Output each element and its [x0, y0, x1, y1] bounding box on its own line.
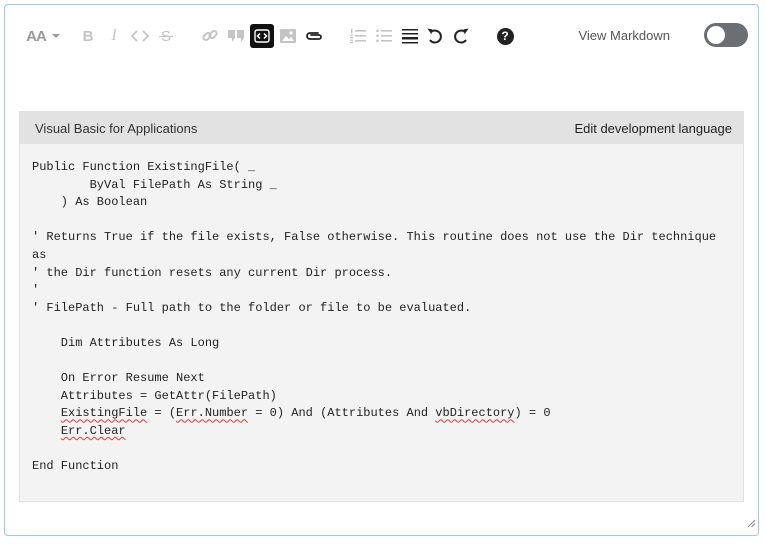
resize-handle-icon[interactable]: [747, 515, 756, 533]
italic-icon-label: I: [111, 27, 117, 44]
code-token: Dim Attributes As Long: [32, 335, 220, 350]
strikethrough-icon[interactable]: S: [155, 25, 177, 47]
code-token: Public Function ExistingFile( _: [32, 160, 256, 174]
heading-icon[interactable]: AA: [25, 25, 47, 47]
code-line: ExistingFile = (Err.Number = 0) And (Att…: [32, 405, 732, 423]
code-token: ' the Dir function resets any current Di…: [32, 265, 393, 280]
heading-icon-label: AA: [26, 27, 47, 45]
code-token: Attributes = GetAttr(FilePath): [32, 388, 277, 403]
italic-icon[interactable]: I: [103, 25, 125, 47]
strike-bar: [158, 35, 173, 37]
heading-dropdown-icon[interactable]: [49, 25, 63, 47]
code-block-icon[interactable]: [250, 24, 274, 48]
code-line: On Error Resume Next: [32, 370, 732, 388]
code-language-label: Visual Basic for Applications: [35, 121, 198, 136]
code-token: ) As Boolean: [32, 195, 148, 210]
edit-language-button[interactable]: Edit development language: [574, 121, 732, 136]
code-token: End Function: [32, 459, 119, 474]
code-line: ByVal FilePath As String _: [32, 177, 732, 195]
code-block[interactable]: Visual Basic for Applications Edit devel…: [19, 111, 744, 502]
code-line: ': [32, 282, 732, 300]
spellcheck-flagged-token: Err.Number: [176, 406, 249, 421]
code-line: ' Returns True if the file exists, False…: [32, 229, 732, 247]
code-line: Attributes = GetAttr(FilePath): [32, 388, 732, 406]
code-line: ' FilePath - Full path to the folder or …: [32, 300, 732, 318]
code-token: as: [32, 247, 47, 262]
code-token: ) = 0: [514, 406, 551, 421]
code-token: ': [32, 283, 40, 298]
code-token: ' Returns True if the file exists, False…: [32, 230, 717, 245]
code-line: Public Function ExistingFile( _: [32, 159, 732, 177]
code-line: ) As Boolean: [32, 194, 732, 212]
code-token: = (: [147, 406, 177, 421]
code-token: = 0) And (Attributes And: [248, 406, 436, 421]
code-line: Dim Attributes As Long: [32, 335, 732, 353]
code-block-header: Visual Basic for Applications Edit devel…: [20, 112, 743, 144]
help-icon[interactable]: ?: [494, 25, 516, 47]
code-line: End Function: [32, 458, 732, 476]
code-line: ' the Dir function resets any current Di…: [32, 265, 732, 283]
toggle-knob: [707, 26, 725, 44]
redo-icon[interactable]: [450, 25, 472, 47]
spellcheck-flagged-token: vbDirectory: [435, 406, 515, 421]
bold-icon-label: B: [82, 27, 94, 45]
help-icon-label: ?: [496, 27, 514, 45]
bullet-list-icon[interactable]: [373, 25, 395, 47]
ordered-list-icon[interactable]: [347, 25, 369, 47]
code-token: ' FilePath - Full path to the folder or …: [32, 300, 472, 315]
view-markdown-label: View Markdown: [578, 28, 670, 43]
attachment-icon[interactable]: [303, 25, 325, 47]
code-content[interactable]: Public Function ExistingFile( _ ByVal Fi…: [32, 159, 732, 476]
undo-icon[interactable]: [424, 25, 446, 47]
blockquote-icon[interactable]: [225, 25, 247, 47]
spellcheck-flagged-token: Err.Clear: [60, 423, 126, 438]
image-icon[interactable]: [277, 25, 299, 47]
editor-toolbar: AA B I S: [5, 5, 758, 65]
bold-icon[interactable]: B: [77, 25, 99, 47]
markdown-editor: AA B I S: [4, 4, 759, 536]
code-line: Err.Clear: [32, 423, 732, 441]
link-icon[interactable]: [199, 25, 221, 47]
code-token: On Error Resume Next: [32, 371, 205, 386]
strikethrough-icon-glyph: S: [158, 28, 173, 45]
code-token: ByVal FilePath As String _: [32, 177, 277, 192]
spellcheck-flagged-token: ExistingFile: [60, 406, 148, 421]
view-markdown-toggle[interactable]: [704, 23, 748, 47]
horizontal-rule-icon[interactable]: [399, 25, 421, 47]
code-line: as: [32, 247, 732, 265]
inline-code-icon[interactable]: [129, 25, 151, 47]
